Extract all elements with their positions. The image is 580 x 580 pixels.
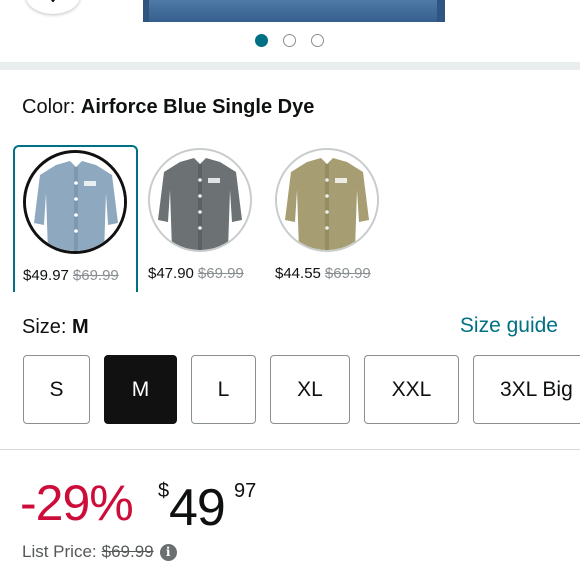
size-guide-link[interactable]: Size guide — [460, 314, 558, 338]
swatch-price-current: $47.90 — [148, 265, 194, 282]
carousel-dots — [255, 34, 324, 47]
swatch-price: $49.97 $69.99 — [23, 267, 119, 284]
color-label: Color: — [22, 96, 76, 118]
swatch-price-was: $69.99 — [197, 265, 244, 282]
swatch-thumbnail — [148, 148, 252, 252]
size-label: Size: — [22, 316, 67, 338]
list-price-label: List Price: — [22, 542, 97, 561]
swatch-thumbnail — [275, 148, 379, 252]
section-divider — [0, 449, 580, 450]
heart-icon — [45, 0, 61, 8]
color-heading: Color: Airforce Blue Single Dye — [22, 96, 314, 119]
size-option-s[interactable]: S — [23, 355, 90, 424]
image-carousel — [0, 0, 580, 62]
size-option-l[interactable]: L — [191, 355, 256, 424]
size-option-3xl-big[interactable]: 3XL Big — [473, 355, 580, 424]
favorite-button[interactable] — [26, 0, 80, 14]
list-price: List Price: $69.99 i — [22, 542, 177, 562]
section-divider — [0, 62, 580, 70]
carousel-dot[interactable] — [283, 34, 296, 47]
price-whole: 49 — [169, 479, 226, 537]
size-option-xxl[interactable]: XXL — [364, 355, 459, 424]
size-option-m[interactable]: M — [104, 355, 177, 424]
size-value: M — [72, 316, 89, 338]
swatch-price: $44.55 $69.99 — [275, 265, 371, 282]
swatch-price-current: $49.97 — [23, 267, 69, 284]
color-swatch-gray[interactable]: $47.90 $69.99 — [140, 145, 265, 292]
swatch-price: $47.90 $69.99 — [148, 265, 244, 282]
color-swatch-khaki[interactable]: $44.55 $69.99 — [267, 145, 392, 292]
swatch-price-was: $69.99 — [72, 267, 119, 284]
swatch-price-current: $44.55 — [275, 265, 321, 282]
carousel-dot[interactable] — [255, 34, 268, 47]
discount-percentage: -29% — [20, 475, 134, 531]
color-value: Airforce Blue Single Dye — [80, 96, 315, 118]
price-fraction: 97 — [234, 480, 257, 502]
list-price-value: $69.99 — [101, 542, 154, 561]
size-heading: Size: M — [22, 316, 89, 339]
carousel-dot[interactable] — [311, 34, 324, 47]
price-currency: $ — [158, 480, 170, 502]
swatch-thumbnail — [23, 150, 127, 254]
info-icon[interactable]: i — [159, 543, 177, 561]
swatch-price-was: $69.99 — [324, 265, 371, 282]
product-image[interactable] — [143, 0, 445, 22]
size-option-xl[interactable]: XL — [270, 355, 350, 424]
color-swatch-blue[interactable]: $49.97 $69.99 — [13, 145, 138, 292]
color-swatch-list: $49.97 $69.99 $47.90 $69.99 $44.55 $69.9… — [13, 145, 580, 295]
